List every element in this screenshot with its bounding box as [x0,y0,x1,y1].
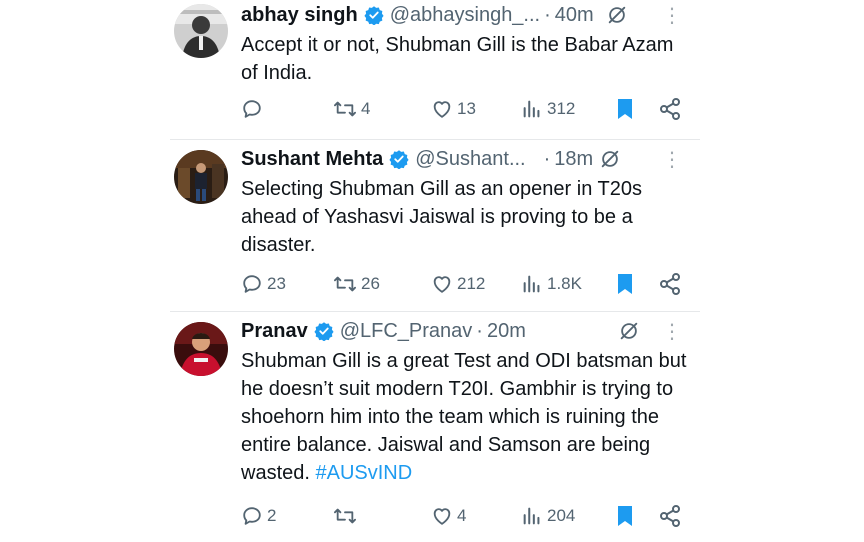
timestamp[interactable]: 40m [555,4,594,27]
like-button[interactable]: 4 [431,505,466,527]
like-count: 13 [457,99,476,118]
tweet-text-content: Accept it or not, Shubman Gill is the Ba… [241,34,674,84]
separator-dot: · [544,3,551,26]
more-icon[interactable]: ⋮ [662,3,682,28]
verified-badge-icon [389,149,409,169]
handle[interactable]: @Sushant... [415,148,525,171]
views-icon [523,100,540,118]
tweet-text: Selecting Shubman Gill as an opener in T… [241,175,688,259]
display-name[interactable]: Pranav [241,320,308,343]
retweet-icon [333,276,356,292]
reply-icon [243,100,261,118]
reply-count: 2 [267,506,277,525]
views-icon [523,275,540,293]
tweet-header: abhay singh @abhaysingh_... · 40m ⋮ [241,1,690,29]
share-icon[interactable] [658,97,682,121]
retweet-icon [333,508,356,524]
retweet-icon [333,101,356,117]
tweet[interactable]: abhay singh @abhaysingh_... · 40m ⋮ Acce… [160,0,700,139]
views-button[interactable]: 1.8K [521,273,582,295]
timestamp[interactable]: 18m [554,148,593,171]
tweet-text: Shubman Gill is a great Test and ODI bat… [241,347,688,487]
like-icon [433,101,451,118]
grok-icon[interactable] [618,320,640,342]
views-button[interactable]: 204 [521,505,575,527]
verified-badge-icon [314,321,334,341]
handle[interactable]: @abhaysingh_... [390,4,540,27]
avatar[interactable] [174,150,228,204]
display-name[interactable]: abhay singh [241,4,358,27]
tweet[interactable]: Pranav @LFC_Pranav · 20m ⋮ Shubman Gill … [160,312,700,542]
separator-dot: · [476,319,483,342]
timeline: abhay singh @abhaysingh_... · 40m ⋮ Acce… [160,0,700,542]
tweet-header: Pranav @LFC_Pranav · 20m ⋮ [241,317,690,345]
more-icon[interactable]: ⋮ [662,147,682,172]
tweet-actions: 23 26 212 1.8K [241,271,690,297]
reply-button[interactable]: 23 [241,273,286,295]
share-icon[interactable] [658,272,682,296]
tweet-text-content: Selecting Shubman Gill as an opener in T… [241,178,642,256]
like-count: 4 [457,506,467,525]
avatar[interactable] [174,322,228,376]
reply-button[interactable]: 2 [241,505,276,527]
like-icon [433,508,451,525]
tweet[interactable]: Sushant Mehta @Sushant... · 18m ⋮ Select… [160,140,700,311]
display-name[interactable]: Sushant Mehta [241,148,383,171]
views-icon [523,507,540,525]
verified-badge-icon [364,5,384,25]
like-button[interactable]: 212 [431,273,485,295]
hashtag-link[interactable]: #AUSvIND [315,462,412,484]
retweet-count: 4 [361,99,371,118]
tweet-header: Sushant Mehta @Sushant... · 18m ⋮ [241,145,690,173]
tweet-actions: 2 4 204 [241,503,690,529]
views-button[interactable]: 312 [521,98,575,120]
tweet-text: Accept it or not, Shubman Gill is the Ba… [241,31,688,87]
like-icon [433,276,451,293]
tweet-actions: 4 13 312 [241,96,690,122]
more-icon[interactable]: ⋮ [662,319,682,344]
views-count: 312 [547,99,576,118]
views-count: 1.8K [547,274,582,293]
retweet-button[interactable] [333,505,361,527]
avatar[interactable] [174,4,228,58]
retweet-button[interactable]: 26 [333,273,380,295]
reply-icon [243,275,261,293]
like-button[interactable]: 13 [431,98,476,120]
retweet-count: 26 [361,274,380,293]
tweet-text-content: Shubman Gill is a great Test and ODI bat… [241,350,687,484]
share-icon[interactable] [658,504,682,528]
reply-button[interactable] [241,98,267,120]
reply-count: 23 [267,274,286,293]
like-count: 212 [457,274,486,293]
views-count: 204 [547,506,576,525]
bookmark-icon[interactable] [614,97,636,121]
separator-dot: · [543,147,551,170]
timestamp[interactable]: 20m [487,320,526,343]
grok-icon[interactable] [599,148,621,170]
grok-icon[interactable] [606,4,628,26]
bookmark-icon[interactable] [614,272,636,296]
handle[interactable]: @LFC_Pranav [340,320,473,343]
bookmark-icon[interactable] [614,504,636,528]
retweet-button[interactable]: 4 [333,98,370,120]
reply-icon [243,507,261,525]
